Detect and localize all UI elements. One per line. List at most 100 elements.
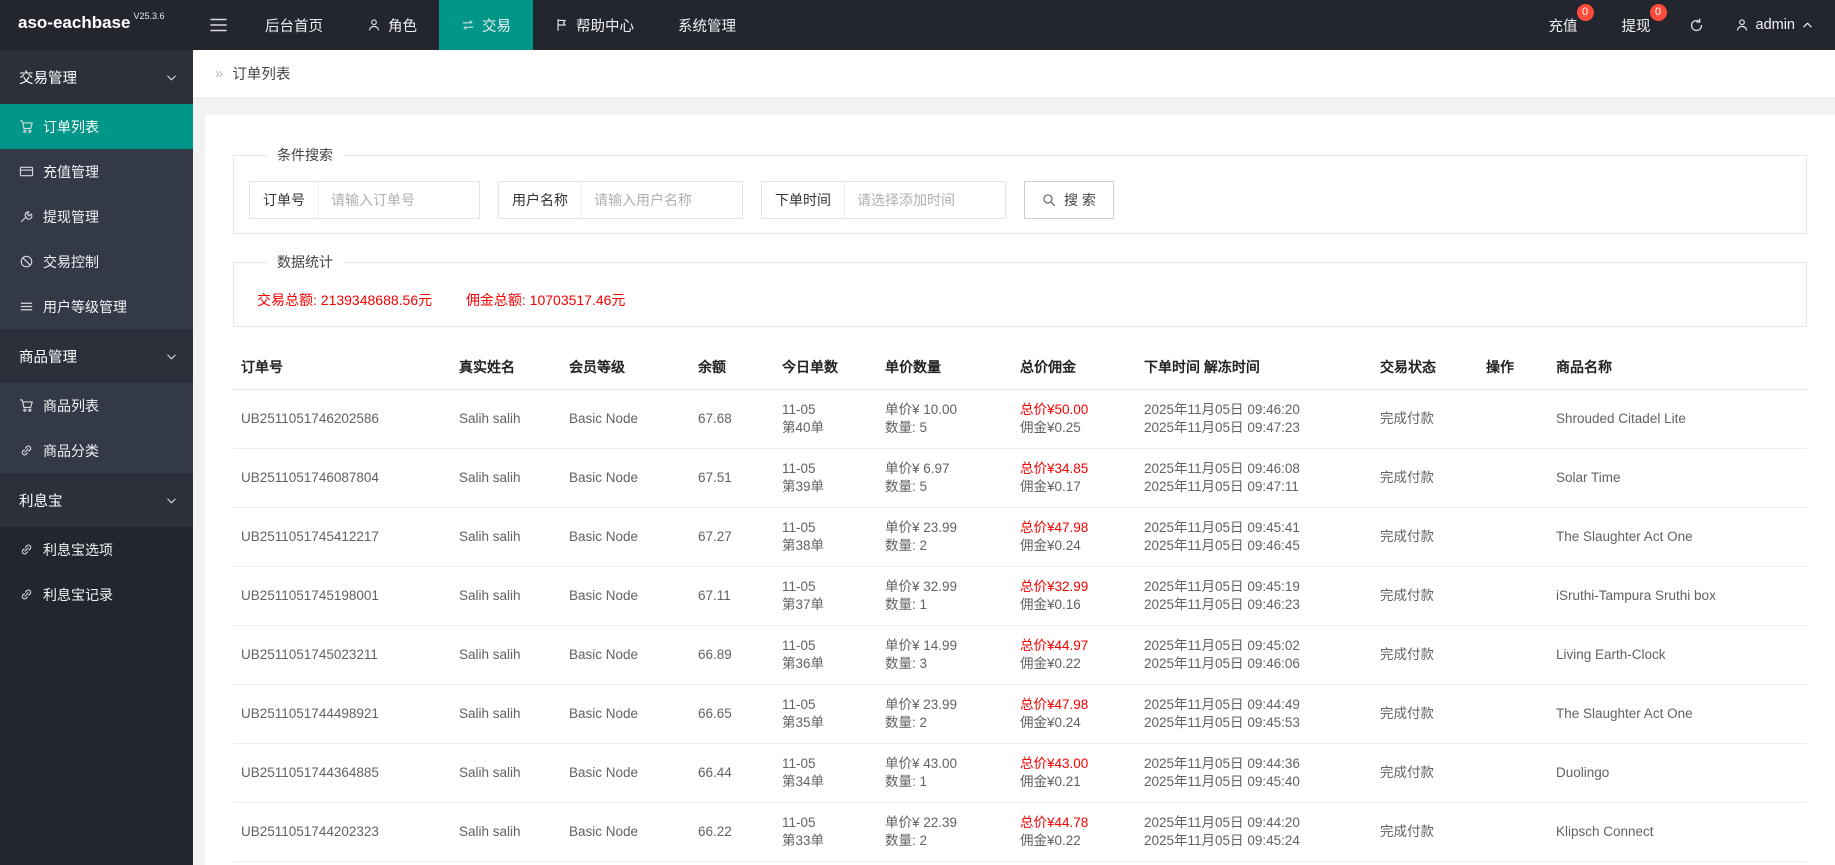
cell-times: 2025年11月05日 09:44:49 2025年11月05日 09:45:5… bbox=[1136, 684, 1372, 744]
nav-item-label: 系统管理 bbox=[678, 18, 736, 35]
user-menu[interactable]: admin bbox=[1721, 0, 1835, 50]
table-row: UB2511051744202323 Salih salih Basic Nod… bbox=[233, 802, 1807, 862]
cell-unit-price-qty: 单价¥ 43.00 数量: 1 bbox=[877, 743, 1012, 803]
app-logo: aso-eachbase V25.3.6 bbox=[0, 0, 193, 50]
commission: 佣金¥0.16 bbox=[1020, 597, 1081, 612]
today-order-count: 第38单 bbox=[782, 538, 825, 553]
cell-unit-price-qty: 单价¥ 10.00 数量: 5 bbox=[877, 389, 1012, 449]
sidebar-item-recharge-management[interactable]: 充值管理 bbox=[0, 149, 193, 194]
sidebar-item-withdraw-management[interactable]: 提现管理 bbox=[0, 194, 193, 239]
nav-item-system[interactable]: 系统管理 bbox=[656, 0, 758, 50]
order-time-input[interactable] bbox=[845, 182, 1005, 218]
cell-unit-price-qty: 单价¥ 22.39 数量: 2 bbox=[877, 802, 1012, 862]
refresh-icon[interactable] bbox=[1673, 0, 1721, 50]
person-icon bbox=[1735, 18, 1749, 32]
sidebar-group-interest-treasure[interactable]: 利息宝 bbox=[0, 473, 193, 527]
stats-line: 交易总额: 2139348688.56元 佣金总额: 10703517.46元 bbox=[249, 288, 1791, 312]
quantity: 数量: 2 bbox=[885, 538, 928, 553]
total-price: 总价¥43.00 bbox=[1020, 756, 1089, 771]
table-row: UB2511051745023211 Salih salih Basic Nod… bbox=[233, 625, 1807, 685]
sidebar-item-label: 交易控制 bbox=[43, 253, 99, 270]
cell-times: 2025年11月05日 09:45:02 2025年11月05日 09:46:0… bbox=[1136, 625, 1372, 685]
today-order-count: 第34单 bbox=[782, 774, 825, 789]
header-order-no: 订单号 bbox=[233, 345, 451, 390]
unit-price: 单价¥ 10.00 bbox=[885, 402, 958, 417]
cell-order-no: UB2511051744498921 bbox=[233, 684, 451, 744]
cell-unit-price-qty: 单价¥ 23.99 数量: 2 bbox=[877, 684, 1012, 744]
search-button-label: 搜 索 bbox=[1064, 192, 1096, 208]
cell-order-no: UB2511051746202586 bbox=[233, 389, 451, 449]
sidebar-item-user-level-management[interactable]: 用户等级管理 bbox=[0, 284, 193, 329]
total-price: 总价¥34.85 bbox=[1020, 461, 1089, 476]
orders-table-body: UB2511051746202586 Salih salih Basic Nod… bbox=[233, 389, 1807, 865]
cell-today-orders: 11-05 第33单 bbox=[774, 802, 877, 862]
header-product-name: 商品名称 bbox=[1548, 345, 1807, 390]
sidebar-group-product-management[interactable]: 商品管理 bbox=[0, 329, 193, 383]
table-row: UB2511051745198001 Salih salih Basic Nod… bbox=[233, 566, 1807, 626]
cell-balance: 66.22 bbox=[690, 802, 774, 862]
today-date: 11-05 bbox=[782, 461, 816, 476]
sidebar-item-order-list[interactable]: 订单列表 bbox=[0, 104, 193, 149]
top-navbar: aso-eachbase V25.3.6 后台首页 角色 交易 帮助中心 系统管… bbox=[0, 0, 1835, 50]
breadcrumb: » 订单列表 bbox=[193, 50, 1835, 98]
nav-item-trade[interactable]: 交易 bbox=[439, 0, 533, 50]
sidebar: 交易管理 订单列表 充值管理 提现管理 交易控制 用户等级管理 商品管理 商品列… bbox=[0, 50, 193, 865]
transaction-total-value: 2139348688.56元 bbox=[320, 292, 433, 308]
unit-price: 单价¥ 6.97 bbox=[885, 461, 950, 476]
cell-status: 完成付款 bbox=[1372, 566, 1478, 626]
table-row: UB2511051745412217 Salih salih Basic Nod… bbox=[233, 507, 1807, 567]
sidebar-item-product-list[interactable]: 商品列表 bbox=[0, 383, 193, 428]
today-date: 11-05 bbox=[782, 815, 816, 830]
cart-icon bbox=[19, 119, 34, 134]
cell-product-name: Klipsch Connect bbox=[1548, 802, 1807, 862]
sidebar-item-trade-control[interactable]: 交易控制 bbox=[0, 239, 193, 284]
recharge-label: 充值 bbox=[1548, 18, 1578, 35]
cell-member-level: Basic Node bbox=[561, 861, 690, 865]
commission: 佣金¥0.24 bbox=[1020, 715, 1081, 730]
card-icon bbox=[19, 164, 34, 179]
sidebar-item-product-category[interactable]: 商品分类 bbox=[0, 428, 193, 473]
today-date: 11-05 bbox=[782, 402, 816, 417]
cell-balance: 67.11 bbox=[690, 566, 774, 626]
unfreeze-time: 2025年11月05日 09:46:23 bbox=[1144, 597, 1300, 612]
today-order-count: 第39单 bbox=[782, 479, 825, 494]
cell-order-no: UB2511051744364885 bbox=[233, 743, 451, 803]
group-label: 利息宝 bbox=[19, 493, 63, 510]
nav-item-role[interactable]: 角色 bbox=[345, 0, 439, 50]
sidebar-item-interest-records[interactable]: 利息宝记录 bbox=[0, 572, 193, 617]
content-card: 条件搜索 订单号 用户名称 下单时间 搜 索 bbox=[205, 115, 1835, 865]
order-time: 2025年11月05日 09:44:49 bbox=[1144, 697, 1300, 712]
cell-real-name: Salih salih bbox=[451, 389, 561, 449]
sidebar-item-interest-options[interactable]: 利息宝选项 bbox=[0, 527, 193, 572]
sidebar-toggle-icon[interactable] bbox=[193, 0, 243, 50]
nav-item-home[interactable]: 后台首页 bbox=[243, 0, 345, 50]
withdraw-label: 提现 bbox=[1621, 18, 1651, 35]
cart-icon bbox=[19, 398, 34, 413]
order-time-field-group: 下单时间 bbox=[761, 181, 1006, 219]
withdraw-button[interactable]: 提现 0 bbox=[1600, 0, 1673, 50]
cell-times: 2025年11月05日 09:45:19 2025年11月05日 09:46:2… bbox=[1136, 566, 1372, 626]
quantity: 数量: 3 bbox=[885, 656, 928, 671]
recharge-button[interactable]: 充值 0 bbox=[1527, 0, 1600, 50]
order-time: 2025年11月05日 09:46:20 bbox=[1144, 402, 1300, 417]
cell-balance: 66.89 bbox=[690, 625, 774, 685]
today-date: 11-05 bbox=[782, 638, 816, 653]
total-price: 总价¥50.00 bbox=[1020, 402, 1089, 417]
app-version: V25.3.6 bbox=[133, 11, 165, 21]
header-member-level: 会员等级 bbox=[561, 345, 690, 390]
header-balance: 余额 bbox=[690, 345, 774, 390]
user-name-input[interactable] bbox=[582, 182, 742, 218]
unfreeze-time: 2025年11月05日 09:45:40 bbox=[1144, 774, 1300, 789]
cell-status: 完成付款 bbox=[1372, 802, 1478, 862]
cell-unit-price-qty: 单价¥ 14.99 数量: 3 bbox=[877, 625, 1012, 685]
unfreeze-time: 2025年11月05日 09:45:24 bbox=[1144, 833, 1300, 848]
cell-real-name: Salih salih bbox=[451, 566, 561, 626]
cell-operation bbox=[1478, 625, 1548, 685]
search-button[interactable]: 搜 索 bbox=[1024, 181, 1114, 219]
sidebar-item-label: 商品列表 bbox=[43, 397, 99, 414]
nav-item-help[interactable]: 帮助中心 bbox=[533, 0, 656, 50]
sidebar-group-trade-management[interactable]: 交易管理 bbox=[0, 50, 193, 104]
cell-order-no: UB2511051745198001 bbox=[233, 566, 451, 626]
order-no-input[interactable] bbox=[319, 182, 479, 218]
user-name-field-group: 用户名称 bbox=[498, 181, 743, 219]
